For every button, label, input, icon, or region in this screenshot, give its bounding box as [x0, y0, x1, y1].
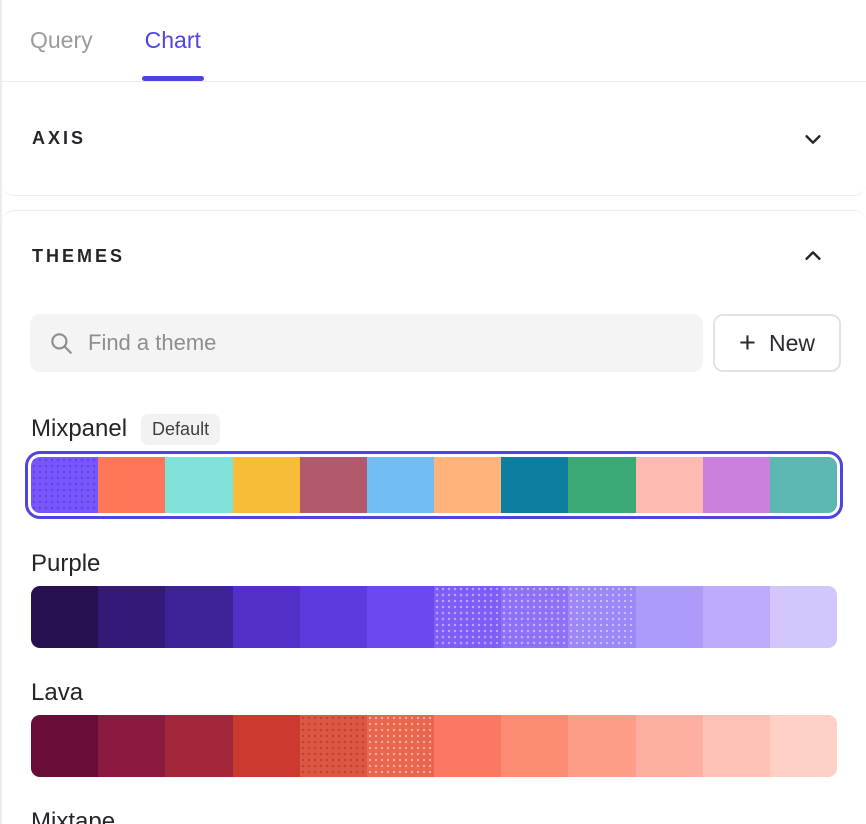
color-swatch	[501, 715, 568, 777]
color-swatch	[703, 457, 770, 513]
search-input[interactable]	[88, 330, 685, 356]
chevron-up-icon[interactable]	[802, 245, 824, 267]
color-swatch	[367, 715, 434, 777]
color-swatch	[165, 457, 232, 513]
tab-chart[interactable]: Chart	[145, 0, 201, 81]
tab-query[interactable]: Query	[30, 0, 93, 81]
plus-icon: +	[739, 329, 756, 358]
color-swatch	[770, 715, 837, 777]
theme-label-row: Mixtape	[31, 807, 837, 824]
color-swatch	[300, 715, 367, 777]
color-swatch	[98, 715, 165, 777]
color-swatch	[233, 457, 300, 513]
theme-swatch-row[interactable]	[31, 715, 837, 777]
color-swatch	[98, 586, 165, 648]
theme-name: Purple	[31, 550, 100, 578]
axis-section-title: AXIS	[32, 128, 86, 149]
color-swatch	[636, 586, 703, 648]
chart-settings-panel: Query Chart AXIS THEMES	[0, 0, 866, 824]
theme-label-row: Mixpanel Default	[31, 414, 837, 444]
color-swatch	[703, 586, 770, 648]
color-swatch	[770, 586, 837, 648]
theme-name: Mixtape	[31, 808, 115, 824]
themes-section: THEMES + New MixpanelDefaultPurpleLavaMi…	[2, 210, 866, 824]
tab-bar: Query Chart	[2, 0, 866, 82]
color-swatch	[31, 586, 98, 648]
theme-search-row: + New	[30, 314, 841, 372]
swatch-strip	[31, 586, 837, 648]
color-swatch	[233, 715, 300, 777]
color-swatch	[367, 457, 434, 513]
theme-swatch-row[interactable]	[31, 586, 837, 648]
color-swatch	[501, 457, 568, 513]
color-swatch	[703, 715, 770, 777]
theme-lava: Lava	[31, 678, 837, 777]
new-theme-button[interactable]: + New	[713, 314, 841, 372]
theme-purple: Purple	[31, 549, 837, 648]
themes-section-header[interactable]: THEMES	[2, 211, 866, 301]
color-swatch	[98, 457, 165, 513]
theme-label-row: Purple	[31, 549, 837, 579]
color-swatch	[165, 586, 232, 648]
swatch-strip	[31, 715, 837, 777]
color-swatch	[568, 715, 635, 777]
themes-section-title: THEMES	[32, 246, 125, 267]
color-swatch	[636, 715, 703, 777]
default-badge: Default	[141, 414, 220, 445]
axis-section[interactable]: AXIS	[2, 82, 866, 196]
color-swatch	[636, 457, 703, 513]
new-theme-button-label: New	[769, 330, 815, 357]
color-swatch	[300, 457, 367, 513]
color-swatch	[165, 715, 232, 777]
tab-chart-label: Chart	[145, 27, 201, 54]
active-tab-underline	[142, 76, 204, 81]
color-swatch	[233, 586, 300, 648]
color-swatch	[31, 715, 98, 777]
color-swatch	[568, 586, 635, 648]
search-icon	[48, 330, 74, 356]
theme-list: Mixpanel Default Purple Lava Mixtape	[2, 414, 866, 824]
theme-name: Lava	[31, 679, 83, 707]
theme-mixpanel: Mixpanel Default	[31, 414, 837, 519]
color-swatch	[31, 457, 98, 513]
color-swatch	[568, 457, 635, 513]
color-swatch	[434, 457, 501, 513]
color-swatch	[367, 586, 434, 648]
swatch-strip	[31, 457, 837, 513]
color-swatch	[300, 586, 367, 648]
color-swatch	[434, 586, 501, 648]
tab-query-label: Query	[30, 27, 93, 54]
theme-name: Mixpanel	[31, 415, 127, 443]
color-swatch	[501, 586, 568, 648]
theme-swatch-row[interactable]	[25, 451, 843, 519]
theme-mixtape: Mixtape	[31, 807, 837, 824]
chevron-down-icon[interactable]	[802, 128, 824, 150]
search-input-wrapper[interactable]	[30, 314, 703, 372]
color-swatch	[770, 457, 837, 513]
theme-label-row: Lava	[31, 678, 837, 708]
color-swatch	[434, 715, 501, 777]
